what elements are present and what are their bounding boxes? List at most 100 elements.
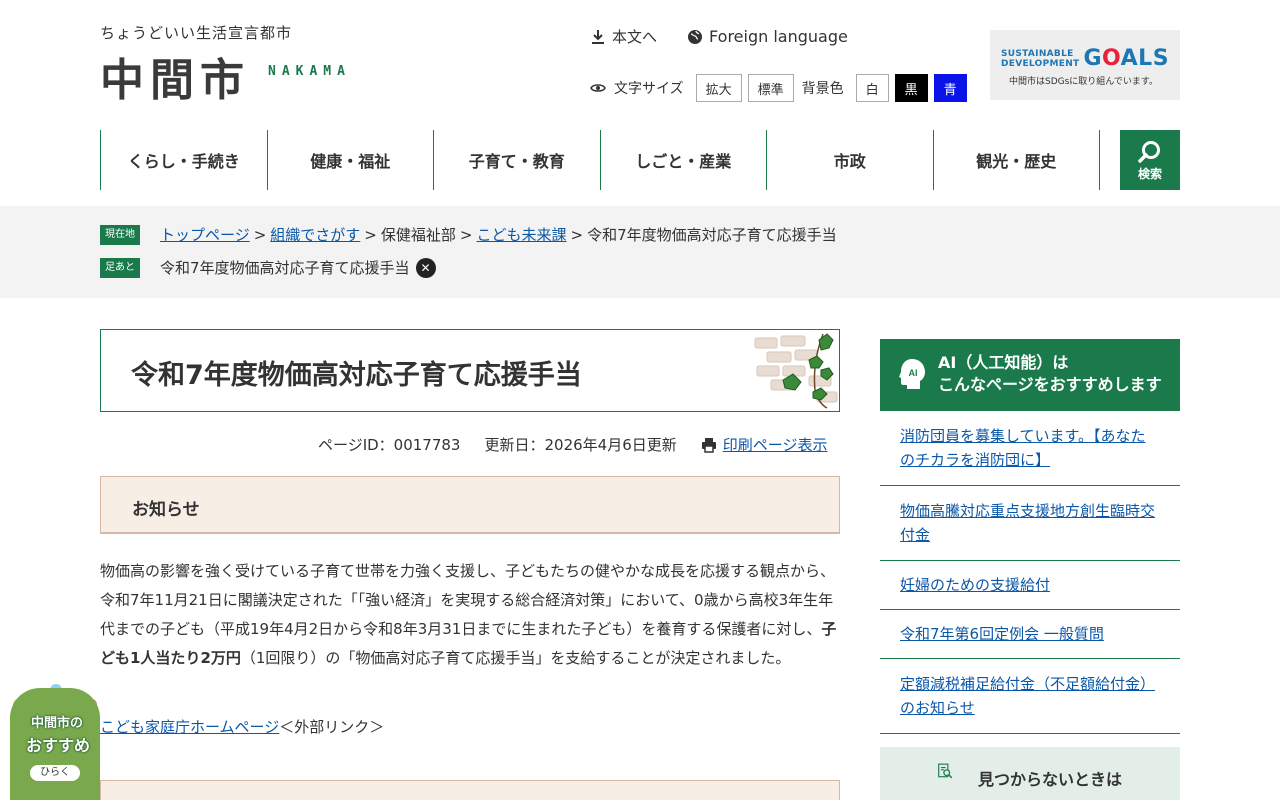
- accessibility-tools: 文字サイズ 拡大 標準 背景色 白 黒 青: [590, 74, 973, 102]
- sdgs-line1: SUSTAINABLE: [1001, 48, 1074, 59]
- sdgs-subtext: 中間市はSDGsに取り組んでいます。: [1009, 77, 1158, 87]
- sdgs-goals: GOALS: [1083, 46, 1169, 71]
- list-item: 妊婦のための支援給付: [880, 561, 1180, 610]
- next-section-box: [100, 780, 840, 800]
- ai-head-icon: AI: [899, 359, 925, 389]
- foreign-language-label: Foreign language: [709, 27, 848, 46]
- print-link[interactable]: 印刷ページ表示: [701, 434, 828, 455]
- ai-icon-text: AI: [909, 368, 918, 378]
- font-size-label: 文字サイズ: [590, 78, 684, 98]
- print-link-label[interactable]: 印刷ページ表示: [723, 434, 828, 455]
- current-location-tag: 現在地: [100, 224, 140, 245]
- ai-recommend-title: AI（人工知能）は こんなページをおすすめします: [938, 352, 1162, 396]
- document-search-icon: [938, 763, 953, 779]
- breadcrumb-top[interactable]: トップページ: [160, 224, 250, 245]
- recommend-link[interactable]: 定額減税補足給付金（不足額給付金）のお知らせ: [900, 675, 1155, 717]
- page-title: 令和7年度物価高対応子育て応援手当: [131, 360, 582, 391]
- external-link-note: ＜外部リンク＞: [279, 718, 385, 736]
- notice-heading: お知らせ: [132, 500, 200, 520]
- breadcrumb-current: 令和7年度物価高対応子育て応援手当: [587, 226, 837, 244]
- sdgs-line2: DEVELOPMENT: [1001, 58, 1080, 69]
- sdgs-goals-g: G: [1083, 46, 1103, 71]
- font-large-button[interactable]: 拡大: [695, 74, 742, 102]
- breadcrumb: 現在地 トップページ > 組織でさがす > 保健福祉部 > こども未来課 > 令…: [100, 224, 837, 245]
- bg-black-button[interactable]: 黒: [894, 74, 928, 102]
- list-item: 定額減税補足給付金（不足額給付金）のお知らせ: [880, 659, 1180, 734]
- breadcrumb-separator: >: [253, 225, 267, 244]
- logo-roman: NAKAMA: [268, 64, 351, 79]
- global-nav: くらし・手続き 健康・福祉 子育て・教育 しごと・産業 市政 観光・歴史: [100, 130, 1100, 190]
- page-meta: ページID：0017783 更新日：2026年4月6日更新 印刷ページ表示: [318, 434, 827, 455]
- foreign-language-link[interactable]: Foreign language: [687, 26, 848, 47]
- page-id: ページID：0017783: [318, 436, 461, 454]
- font-size-text: 文字サイズ: [614, 81, 684, 97]
- bg-blue-button[interactable]: 青: [933, 74, 967, 102]
- breadcrumb-separator: >: [364, 225, 377, 244]
- sdgs-goals-rest: ALS: [1120, 46, 1170, 71]
- body-paragraph: 物価高の影響を強く受けている子育て世帯を力強く支援し、子どもたちの健やかな成長を…: [100, 557, 845, 673]
- badge-line1: 中間市の: [30, 716, 83, 731]
- updated-date: 更新日：2026年4月6日更新: [484, 436, 677, 454]
- breadcrumb-health-welfare: 保健福祉部: [380, 226, 456, 244]
- list-item: 物価高騰対応重点支援地方創生臨時交付金: [880, 486, 1180, 561]
- nav-item-living[interactable]: くらし・手続き: [100, 130, 267, 190]
- search-button[interactable]: 検索: [1120, 130, 1180, 190]
- breadcrumb-organization[interactable]: 組織でさがす: [270, 224, 360, 245]
- bg-white-button[interactable]: 白: [855, 74, 889, 102]
- breadcrumb-separator: >: [459, 225, 473, 244]
- recommend-link[interactable]: 物価高騰対応重点支援地方創生臨時交付金: [900, 502, 1155, 544]
- skip-to-content-label: 本文へ: [612, 28, 658, 46]
- ivy-wall-icon: [754, 333, 838, 409]
- recommend-link[interactable]: 令和7年第6回定例会 一般質問: [900, 625, 1104, 643]
- eye-icon: [590, 84, 606, 92]
- skip-to-content-link[interactable]: 本文へ: [590, 26, 657, 47]
- body-text-part1: 物価高の影響を強く受けている子育て世帯を力強く支援し、子どもたちの健やかな成長を…: [100, 562, 836, 638]
- badge-open-button[interactable]: ひらく: [30, 765, 80, 781]
- not-found-box[interactable]: 見つからないときは: [880, 747, 1180, 800]
- bg-color-label: 背景色: [801, 81, 844, 97]
- recommend-link[interactable]: 妊婦のための支援給付: [900, 576, 1050, 594]
- search-icon: [1138, 140, 1160, 163]
- recommend-badge[interactable]: 中間市の おすすめ ひらく: [8, 676, 104, 800]
- site-header: ちょうどいい生活宣言都市 中間市 NAKAMA 本文へ Foreign lang…: [0, 0, 1280, 130]
- history-trail: 足あと 令和7年度物価高対応子育て応援手当 ✕: [100, 257, 436, 278]
- nav-item-work[interactable]: しごと・産業: [599, 130, 767, 190]
- globe-icon: [688, 29, 703, 44]
- logo-tagline: ちょうどいい生活宣言都市: [100, 24, 293, 42]
- recommend-link[interactable]: 消防団員を募集しています。【あなたのチカラを消防団に】: [900, 427, 1146, 469]
- font-standard-button[interactable]: 標準: [747, 74, 794, 102]
- site-logo[interactable]: ちょうどいい生活宣言都市 中間市 NAKAMA: [100, 22, 370, 106]
- sdgs-banner[interactable]: SUSTAINABLE DEVELOPMENT GOALS 中間市はSDGsに取…: [990, 30, 1180, 100]
- children-agency-link[interactable]: こども家庭庁ホームページ: [100, 718, 279, 736]
- page-title-box: 令和7年度物価高対応子育て応援手当: [100, 329, 840, 412]
- breadcrumb-area: 現在地 トップページ > 組織でさがす > 保健福祉部 > こども未来課 > 令…: [0, 206, 1280, 298]
- nav-item-health[interactable]: 健康・福祉: [266, 130, 434, 190]
- download-icon: [592, 29, 604, 44]
- printer-icon: [701, 437, 716, 453]
- sdgs-small-text: SUSTAINABLE DEVELOPMENT: [1001, 49, 1079, 69]
- ai-recommend-list: 消防団員を募集しています。【あなたのチカラを消防団に】 物価高騰対応重点支援地方…: [880, 411, 1180, 734]
- ai-recommend-header: AI AI（人工知能）は こんなページをおすすめします: [880, 339, 1180, 411]
- breadcrumb-children-future[interactable]: こども未来課: [476, 224, 566, 245]
- sdgs-logo: SUSTAINABLE DEVELOPMENT GOALS: [1001, 46, 1170, 71]
- history-tag: 足あと: [100, 257, 140, 278]
- search-label: 検索: [1137, 166, 1162, 181]
- ai-title-line1: AI（人工知能）は: [938, 353, 1069, 372]
- list-item: 消防団員を募集しています。【あなたのチカラを消防団に】: [880, 411, 1180, 486]
- list-item: 令和7年第6回定例会 一般質問: [880, 610, 1180, 659]
- history-item[interactable]: 令和7年度物価高対応子育て応援手当: [160, 257, 410, 278]
- nav-item-childcare[interactable]: 子育て・教育: [433, 130, 600, 190]
- nav-item-city-admin[interactable]: 市政: [766, 130, 933, 190]
- logo-text: 中間市: [100, 55, 250, 106]
- notice-heading-box: お知らせ: [100, 476, 840, 534]
- body-text-part2: （1回限り）の「物価高対応子育て応援手当」を支給することが決定されました。: [240, 649, 791, 667]
- breadcrumb-separator: >: [570, 225, 584, 244]
- external-link-row: こども家庭庁ホームページ＜外部リンク＞: [100, 716, 384, 737]
- badge-line2: おすすめ: [25, 736, 90, 755]
- sdgs-goals-o: O: [1102, 46, 1121, 71]
- close-icon[interactable]: ✕: [415, 257, 436, 278]
- ai-title-line2: こんなページをおすすめします: [938, 375, 1162, 394]
- header-tools: 本文へ Foreign language: [590, 26, 848, 47]
- nav-item-tourism[interactable]: 観光・歴史: [932, 130, 1100, 190]
- not-found-label: 見つからないときは: [978, 770, 1123, 789]
